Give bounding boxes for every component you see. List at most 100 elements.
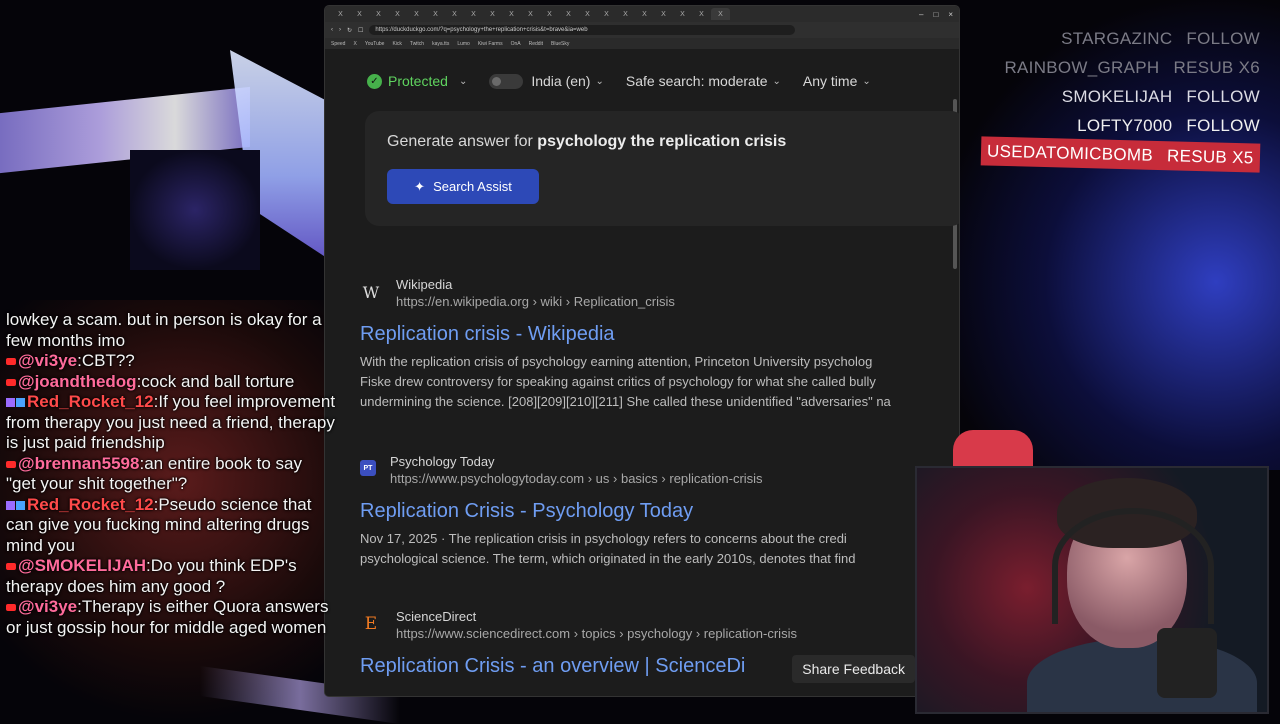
window-controls: – □ × [919,10,953,19]
chat-username: @joandthedog [18,371,137,391]
browser-tab[interactable]: X [559,8,578,20]
address-bar[interactable]: https://duckduckgo.com/?q=psychology+the… [369,25,796,35]
alert-item: STARGAZINC FOLLOW [981,24,1260,53]
twitch-icon [6,500,15,510]
browser-tab[interactable]: X [502,8,521,20]
time-filter-dropdown[interactable]: Any time [803,73,857,89]
browser-tab[interactable]: X [578,8,597,20]
bookmark-item[interactable]: X [353,41,356,47]
chat-username: Red_Rocket_12 [27,392,154,411]
chat-text: :CBT?? [77,351,135,370]
browser-tab[interactable]: X [426,8,445,20]
bookmark-item[interactable]: Speed [331,41,345,47]
browser-tab[interactable]: X [483,8,502,20]
result-url[interactable]: https://en.wikipedia.org › wiki › Replic… [396,294,675,309]
result-source: E ScienceDirect https://www.sciencedirec… [360,609,959,641]
browser-tab[interactable]: X [597,8,616,20]
browser-tab[interactable]: X [350,8,369,20]
alert-user: SMOKELIJAH [1061,87,1173,106]
browser-tab[interactable]: X [369,8,388,20]
protection-label: Protected [388,73,448,89]
result-url[interactable]: https://www.psychologytoday.com › us › b… [390,471,763,486]
result-source: PT Psychology Today https://www.psycholo… [360,454,959,486]
chat-username: @SMOKELIJAH [18,556,147,575]
result-site-name[interactable]: Wikipedia [396,277,675,292]
alert-item: RAINBOW_GRAPH RESUB X6 [981,53,1260,82]
bookmark-icon[interactable]: ☐ [358,27,363,34]
search-assist-card: Generate answer for psychology the repli… [365,111,959,226]
browser-tab[interactable]: X [445,8,464,20]
maximize-button[interactable]: □ [933,10,938,19]
bookmark-item[interactable]: YouTube [365,41,385,47]
browser-tab[interactable]: X [464,8,483,20]
youtube-icon [6,358,16,366]
chat-message: @vi3ye:Therapy is either Quora answers o… [6,597,336,638]
chat-message: lowkey a scam. but in person is okay for… [6,310,336,351]
bookmark-item[interactable]: BlueSky [551,41,569,47]
result-source: W Wikipedia https://en.wikipedia.org › w… [360,277,959,309]
bookmark-item[interactable]: OnA [511,41,521,47]
result-title-link[interactable]: Replication Crisis - Psychology Today [360,500,959,523]
bookmark-item[interactable]: Kiwi Farms [478,41,503,47]
youtube-icon [6,378,16,386]
result-site-name[interactable]: ScienceDirect [396,609,797,624]
tab-strip: X X X X X X X X X X X X X X X X X X X X … [325,6,959,22]
chat-message: @joandthedog:cock and ball torture [6,372,336,393]
result-title-link[interactable]: Replication crisis - Wikipedia [360,323,959,346]
search-assist-button[interactable]: ✦ Search Assist [387,169,539,204]
sparkle-icon: ✦ [414,178,426,194]
reload-icon[interactable]: ↻ [347,27,352,34]
browser-window: X X X X X X X X X X X X X X X X X X X X … [325,6,959,696]
snippet-line: With the replication crisis of psycholog… [360,354,873,369]
browser-tab[interactable]: X [331,8,350,20]
chat-message: Red_Rocket_12:Pseudo science that can gi… [6,495,336,557]
browser-tab[interactable]: X [616,8,635,20]
region-dropdown[interactable]: India (en) [531,73,590,89]
bookmark-item[interactable]: Kick [392,41,401,47]
browser-tab[interactable]: X [388,8,407,20]
browser-tab[interactable]: X [540,8,559,20]
browser-tab[interactable]: X [521,8,540,20]
chat-username: @vi3ye [18,351,78,370]
bookmark-item[interactable]: Lumo [457,41,470,47]
sub-badge-icon [16,500,25,510]
alert-user: RAINBOW_GRAPH [1004,58,1160,77]
alert-action: FOLLOW [1186,87,1260,106]
bookmark-item[interactable]: kaya.tts [432,41,449,47]
browser-tab[interactable]: X [654,8,673,20]
wikipedia-icon: W [362,282,380,302]
chat-username: @brennan5598 [18,453,140,473]
youtube-icon [6,604,16,612]
bookmark-item[interactable]: Twitch [410,41,424,47]
browser-tab[interactable]: X [692,8,711,20]
alert-item: USEDATOMICBOMB RESUB X5 [981,136,1261,173]
youtube-icon [6,460,16,468]
chat-text: lowkey a scam. but in person is okay for… [6,310,322,350]
browser-tab-active[interactable]: X [711,8,730,20]
sciencedirect-icon: E [364,614,378,634]
bookmark-item[interactable]: Reddit [529,41,543,47]
chevron-down-icon: ⌄ [862,75,871,87]
share-feedback-button[interactable]: Share Feedback [792,655,915,683]
glitch-noise [130,150,260,270]
alert-item: LOFTY7000 FOLLOW [981,111,1260,140]
browser-tab[interactable]: X [673,8,692,20]
search-results-page: ✓ Protected ⌄ India (en) ⌄ Safe search: … [325,49,959,696]
back-icon[interactable]: ‹ [331,27,333,33]
minimize-button[interactable]: – [919,10,923,19]
browser-tab[interactable]: X [635,8,654,20]
result-url[interactable]: https://www.sciencedirect.com › topics ›… [396,626,797,641]
region-toggle[interactable] [489,73,524,89]
search-result: W Wikipedia https://en.wikipedia.org › w… [360,277,959,412]
alert-action: RESUB X5 [1167,146,1255,168]
chat-username: Red_Rocket_12 [27,494,154,514]
streamer-body [1027,638,1257,712]
browser-tab[interactable]: X [407,8,426,20]
result-site-name[interactable]: Psychology Today [390,454,763,469]
close-button[interactable]: × [948,10,953,19]
protection-dropdown[interactable]: ✓ Protected ⌄ [367,73,467,89]
safe-search-dropdown[interactable]: Safe search: moderate [626,73,768,89]
snippet-line: The replication crisis in psychology ref… [448,531,847,546]
forward-icon[interactable]: › [339,27,341,33]
chevron-down-icon: ⌄ [595,75,604,87]
